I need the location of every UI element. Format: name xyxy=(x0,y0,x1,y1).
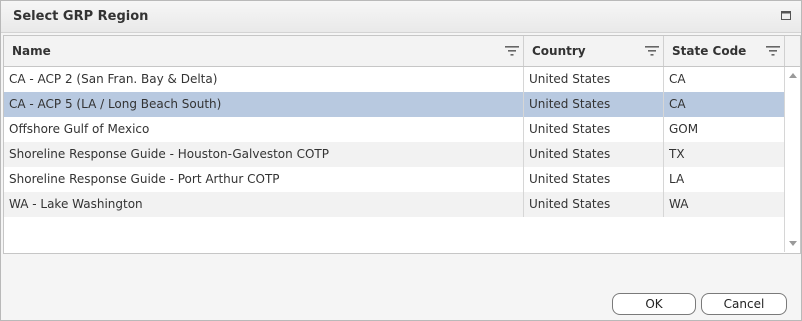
cell-country: United States xyxy=(529,147,611,161)
cancel-button[interactable]: Cancel xyxy=(701,293,787,315)
cell-country: United States xyxy=(529,122,611,136)
table-row[interactable]: CA - ACP 2 (San Fran. Bay & Delta) Unite… xyxy=(4,67,784,92)
table-row[interactable]: Shoreline Response Guide - Houston-Galve… xyxy=(4,142,784,167)
column-divider xyxy=(523,67,524,217)
cell-state-code: CA xyxy=(669,72,686,86)
cell-name: Shoreline Response Guide - Houston-Galve… xyxy=(9,147,329,161)
grid-header: Name Country State Code xyxy=(4,36,800,67)
cell-state-code: WA xyxy=(669,197,689,211)
column-divider xyxy=(663,67,664,217)
cell-name: Shoreline Response Guide - Port Arthur C… xyxy=(9,172,280,186)
cell-name: CA - ACP 2 (San Fran. Bay & Delta) xyxy=(9,72,218,86)
cell-name: WA - Lake Washington xyxy=(9,197,143,211)
table-row[interactable]: CA - ACP 5 (LA / Long Beach South) Unite… xyxy=(4,92,784,117)
ok-button[interactable]: OK xyxy=(612,293,696,315)
column-header-label: Name xyxy=(12,44,51,58)
filter-icon[interactable] xyxy=(645,45,659,57)
table-row[interactable]: WA - Lake Washington United States WA xyxy=(4,192,784,217)
vertical-scrollbar[interactable] xyxy=(785,67,800,252)
column-header-country[interactable]: Country xyxy=(524,36,663,66)
dialog-titlebar[interactable]: Select GRP Region xyxy=(1,1,801,33)
cell-name: CA - ACP 5 (LA / Long Beach South) xyxy=(9,97,222,111)
select-grp-region-dialog: Select GRP Region Name Country State Cod… xyxy=(0,0,802,321)
column-header-name[interactable]: Name xyxy=(4,36,523,66)
filter-icon[interactable] xyxy=(505,45,519,57)
cell-state-code: GOM xyxy=(669,122,699,136)
table-row[interactable]: Offshore Gulf of Mexico United States GO… xyxy=(4,117,784,142)
cell-state-code: LA xyxy=(669,172,685,186)
dialog-title: Select GRP Region xyxy=(13,9,149,24)
cell-country: United States xyxy=(529,97,611,111)
cell-country: United States xyxy=(529,72,611,86)
column-header-label: State Code xyxy=(672,44,747,58)
cell-country: United States xyxy=(529,197,611,211)
table-row[interactable]: Shoreline Response Guide - Port Arthur C… xyxy=(4,167,784,192)
cell-state-code: TX xyxy=(669,147,685,161)
cell-state-code: CA xyxy=(669,97,686,111)
filter-icon[interactable] xyxy=(766,45,780,57)
cell-country: United States xyxy=(529,172,611,186)
column-header-state-code[interactable]: State Code xyxy=(664,36,784,66)
scroll-down-arrow-icon[interactable] xyxy=(789,241,797,246)
region-grid: Name Country State Code CA - ACP 2 (San … xyxy=(3,35,801,254)
column-divider xyxy=(784,36,785,66)
cell-name: Offshore Gulf of Mexico xyxy=(9,122,150,136)
maximize-icon[interactable] xyxy=(781,11,791,20)
column-header-label: Country xyxy=(532,44,586,58)
scroll-up-arrow-icon[interactable] xyxy=(789,73,797,78)
